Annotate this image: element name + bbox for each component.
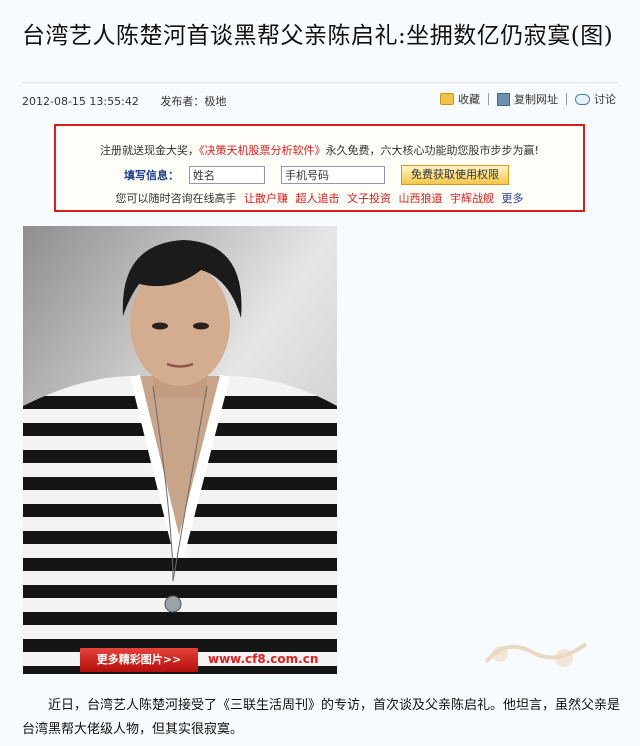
copy-url-button[interactable]: 复制网址 <box>497 91 558 107</box>
phone-field[interactable] <box>281 166 385 184</box>
form-label: 填写信息： <box>124 169 179 182</box>
copy-url-label: 复制网址 <box>514 93 558 106</box>
more-photos-button[interactable]: 更多精彩图片>> <box>80 648 198 672</box>
portrait-illustration <box>23 226 337 674</box>
promo-software-link[interactable]: 《决策天机股票分析软件》 <box>199 144 326 157</box>
discuss-label: 讨论 <box>594 93 616 106</box>
title-divider <box>22 82 618 83</box>
article-meta: 2012-08-15 13:55:42 发布者：极地 <box>22 93 226 109</box>
article-photo[interactable] <box>23 226 337 674</box>
expert-link[interactable]: 超人追击 <box>296 192 340 205</box>
promo-form: 填写信息： 免费获取使用权限 <box>124 165 509 185</box>
favorite-label: 收藏 <box>458 93 480 106</box>
expert-link[interactable]: 让散户赚 <box>244 192 288 205</box>
expert-link[interactable]: 宇辉战舰 <box>450 192 494 205</box>
promo-text: 永久免费，六大核心功能助您股市步步为赢! <box>325 144 539 157</box>
promo-headline: 注册就送现金大奖，《决策天机股票分析软件》永久免费，六大核心功能助您股市步步为赢… <box>56 142 583 158</box>
folder-star-icon <box>440 93 454 105</box>
article-toolbar: 收藏 复制网址 讨论 <box>440 91 616 107</box>
paragraph-text: 近日，台湾艺人陈楚河接受了《三联生活周刊》的专访，首次谈及父亲陈启礼。他坦言，虽… <box>22 698 621 737</box>
copy-icon <box>497 92 510 106</box>
site-logo-watermark <box>484 642 588 667</box>
get-access-button[interactable]: 免费获取使用权限 <box>401 165 509 185</box>
expert-link[interactable]: 文子投资 <box>347 192 391 205</box>
more-experts-link[interactable]: 更多 <box>502 192 524 205</box>
promo-box: 注册就送现金大奖，《决策天机股票分析软件》永久免费，六大核心功能助您股市步步为赢… <box>54 124 585 212</box>
speech-bubble-icon <box>575 93 590 105</box>
toolbar-separator <box>566 93 567 105</box>
promo-text: 注册就送现金大奖， <box>100 144 200 157</box>
favorite-button[interactable]: 收藏 <box>440 91 480 107</box>
image-watermark: www.cf8.com.cn <box>208 652 319 666</box>
expert-links: 您可以随时咨询在线高手 让散户赚 超人追击 文子投资 山西狼道 宇辉战舰 更多 <box>56 190 583 206</box>
discuss-button[interactable]: 讨论 <box>575 91 616 107</box>
article-paragraph: 近日，台湾艺人陈楚河接受了《三联生活周刊》的专访，首次谈及父亲陈启礼。他坦言，虽… <box>22 694 622 742</box>
publish-date: 2012-08-15 13:55:42 <box>22 95 139 108</box>
expert-link[interactable]: 山西狼道 <box>399 192 443 205</box>
name-field[interactable] <box>189 166 265 184</box>
expert-prompt: 您可以随时咨询在线高手 <box>115 192 237 205</box>
publisher: 发布者：极地 <box>160 95 227 108</box>
article-title: 台湾艺人陈楚河首谈黑帮父亲陈启礼:坐拥数亿仍寂寞(图) <box>22 23 614 49</box>
toolbar-separator <box>488 93 489 105</box>
